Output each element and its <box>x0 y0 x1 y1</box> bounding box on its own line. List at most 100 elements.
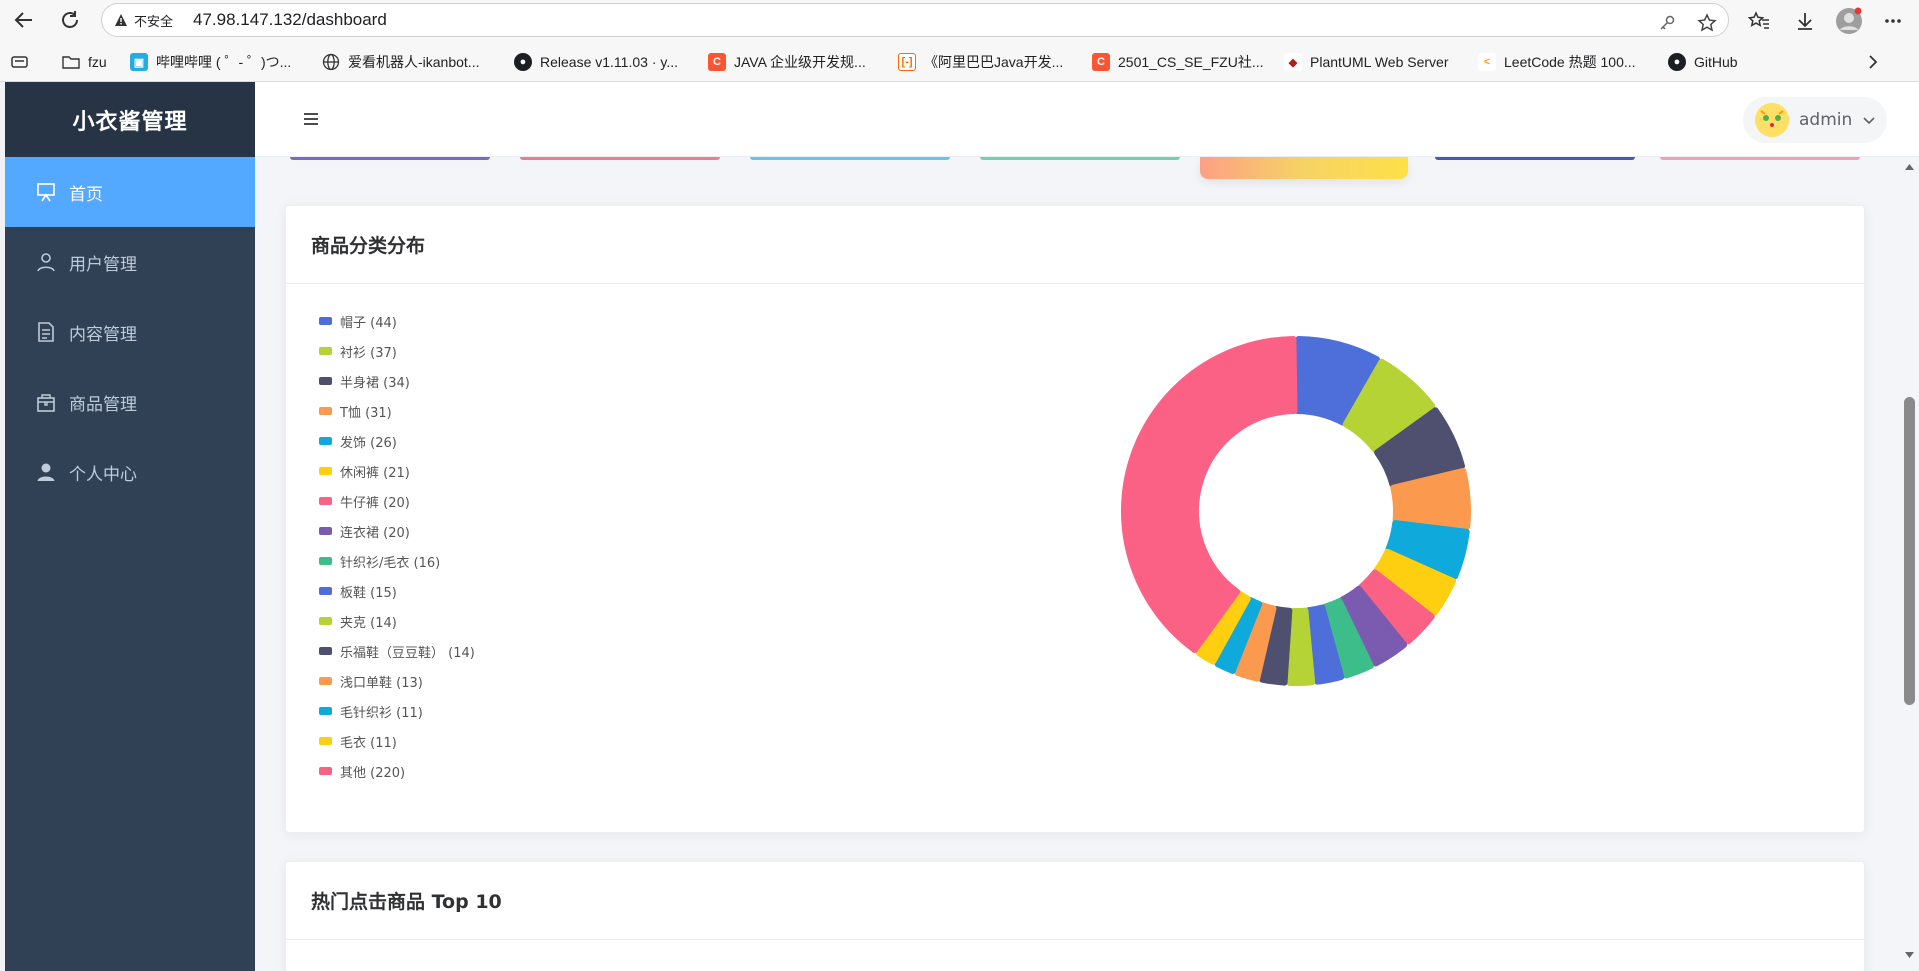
more-menu-button[interactable] <box>1878 6 1908 36</box>
bookmark-item[interactable]: ● Release v1.11.03 · y... <box>514 51 678 73</box>
bilibili-icon: ▣ <box>130 53 148 71</box>
chart-legend: 帽子 (44) 衬衫 (37) 半身裙 (34) T恤 (31) 发饰 (26) 休闲裤 … <box>319 306 475 786</box>
page-scrollbar[interactable] <box>1900 157 1919 971</box>
bookmark-item[interactable]: C JAVA 企业级开发规... <box>708 51 866 73</box>
bookmark-item[interactable]: < LeetCode 热题 100... <box>1478 51 1636 73</box>
bookmark-label: GitHub <box>1694 54 1738 70</box>
user-dropdown[interactable]: admin <box>1743 97 1887 143</box>
stat-card-edge[interactable] <box>520 157 720 160</box>
scroll-down-icon[interactable] <box>1904 951 1915 959</box>
bookmark-item[interactable]: C 2501_CS_SE_FZU社... <box>1092 51 1264 73</box>
legend-swatch <box>319 377 332 385</box>
bookmark-item[interactable]: ▣ 哔哩哔哩 ( ゜- ゜)つ... <box>130 51 291 73</box>
legend-item[interactable]: 半身裙 (34) <box>319 366 475 396</box>
menu-item-users[interactable]: 用户管理 <box>5 227 255 297</box>
legend-label: 浅口单鞋 (13) <box>340 675 423 691</box>
profile-button[interactable] <box>1834 6 1864 36</box>
downloads-button[interactable] <box>1790 6 1820 36</box>
chevron-down-icon <box>1863 117 1875 125</box>
donut-slice[interactable] <box>1121 336 1298 654</box>
legend-label: 连衣裙 (20) <box>340 525 410 541</box>
legend-item[interactable]: 其他 (220) <box>319 756 475 786</box>
reload-icon <box>62 11 78 28</box>
legend-item[interactable]: 板鞋 (15) <box>319 576 475 606</box>
legend-item[interactable]: 牛仔裤 (20) <box>319 486 475 516</box>
legend-item[interactable]: T恤 (31) <box>319 396 475 426</box>
legend-label: 发饰 (26) <box>340 435 397 451</box>
browser-toolbar: 不安全 47.98.147.132/dashboard fzu ▣ 哔哩哔哩 (… <box>0 0 1919 82</box>
legend-swatch <box>319 317 332 325</box>
legend-label: 乐福鞋（豆豆鞋） (14) <box>340 645 475 661</box>
favorites-button[interactable] <box>1744 6 1774 36</box>
menu-item-label: 个人中心 <box>69 464 137 485</box>
security-indicator[interactable]: 不安全 <box>114 11 173 30</box>
bookmarks-overflow-button[interactable] <box>1866 51 1880 73</box>
reading-list-button[interactable] <box>10 51 30 73</box>
bookmark-item[interactable]: fzu <box>62 51 107 73</box>
legend-swatch <box>319 707 332 715</box>
bookmark-item[interactable]: 爱看机器人-ikanbot... <box>322 51 479 73</box>
legend-swatch <box>319 347 332 355</box>
csdn-icon: C <box>708 53 726 71</box>
tabs-icon <box>11 56 28 68</box>
stat-card-edge[interactable] <box>1660 157 1860 160</box>
legend-item[interactable]: 发饰 (26) <box>319 426 475 456</box>
scrollbar-thumb[interactable] <box>1904 397 1915 705</box>
legend-item[interactable]: 休闲裤 (21) <box>319 456 475 486</box>
legend-swatch <box>319 767 332 775</box>
key-icon[interactable] <box>1656 12 1678 34</box>
plantuml-icon: ◆ <box>1284 53 1302 71</box>
back-button[interactable] <box>8 4 40 36</box>
stat-card-edge[interactable] <box>1435 157 1635 160</box>
stat-card-edge[interactable] <box>750 157 950 160</box>
menu-item-content[interactable]: 内容管理 <box>5 297 255 367</box>
legend-label: 毛衣 (11) <box>340 735 397 751</box>
sidebar-toggle-button[interactable] <box>301 109 321 129</box>
legend-label: 针织衫/毛衣 (16) <box>340 555 441 571</box>
url-text[interactable]: 47.98.147.132/dashboard <box>193 10 387 30</box>
legend-item[interactable]: 乐福鞋（豆豆鞋） (14) <box>319 636 475 666</box>
scroll-up-icon[interactable] <box>1904 163 1915 171</box>
address-bar[interactable]: 不安全 47.98.147.132/dashboard <box>101 3 1729 37</box>
bookmark-label: 2501_CS_SE_FZU社... <box>1118 54 1264 70</box>
legend-item[interactable]: 夹克 (14) <box>319 606 475 636</box>
legend-item[interactable]: 衬衫 (37) <box>319 336 475 366</box>
menu-item-label: 首页 <box>69 184 103 205</box>
legend-swatch <box>319 557 332 565</box>
legend-label: 其他 (220) <box>340 765 406 781</box>
document-icon <box>38 322 54 342</box>
warning-icon <box>115 14 127 26</box>
donut-slice[interactable] <box>1286 607 1316 686</box>
profile-avatar-icon <box>1836 7 1862 34</box>
legend-item[interactable]: 连衣裙 (20) <box>319 516 475 546</box>
bookmark-item[interactable]: [-] 《阿里巴巴Java开发... <box>898 51 1063 73</box>
legend-swatch <box>319 587 332 595</box>
bookmark-label: 爱看机器人-ikanbot... <box>348 54 480 70</box>
legend-swatch <box>319 437 332 445</box>
hamburger-icon <box>304 113 318 125</box>
legend-swatch <box>319 527 332 535</box>
card-title: 热门点击商品 Top 10 <box>286 862 1864 940</box>
bookmark-item[interactable]: ● GitHub <box>1668 51 1738 73</box>
more-icon <box>1885 19 1901 23</box>
legend-swatch <box>319 467 332 475</box>
reload-button[interactable] <box>54 4 86 36</box>
legend-swatch <box>319 677 332 685</box>
legend-label: 毛针织衫 (11) <box>340 705 423 721</box>
menu-item-profile[interactable]: 个人中心 <box>5 437 255 507</box>
stat-card-edge[interactable] <box>290 157 490 160</box>
star-icon[interactable] <box>1696 12 1718 34</box>
legend-item[interactable]: 针织衫/毛衣 (16) <box>319 546 475 576</box>
legend-item[interactable]: 帽子 (44) <box>319 306 475 336</box>
legend-item[interactable]: 浅口单鞋 (13) <box>319 666 475 696</box>
menu-item-goods[interactable]: 商品管理 <box>5 367 255 437</box>
stat-card-edge[interactable] <box>980 157 1180 160</box>
menu-item-home[interactable]: 首页 <box>5 157 255 227</box>
legend-item[interactable]: 毛针织衫 (11) <box>319 696 475 726</box>
legend-item[interactable]: 毛衣 (11) <box>319 726 475 756</box>
stat-card-edge-active[interactable] <box>1200 157 1408 179</box>
bookmark-item[interactable]: ◆ PlantUML Web Server <box>1284 51 1449 73</box>
legend-label: 板鞋 (15) <box>340 585 397 601</box>
leetcode-icon: < <box>1478 53 1496 71</box>
security-label: 不安全 <box>134 14 174 30</box>
